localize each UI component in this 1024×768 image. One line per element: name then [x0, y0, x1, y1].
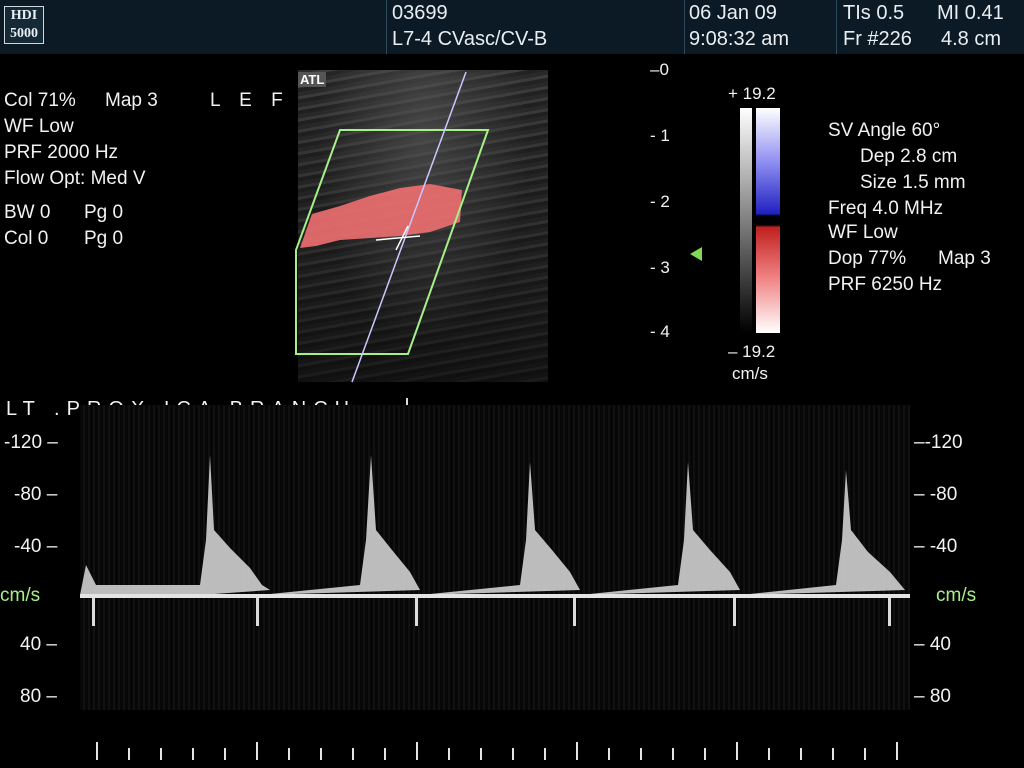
waveform-cycle-3	[420, 462, 580, 595]
waveform-cycle-5	[740, 470, 905, 595]
right-scale-neg40: – -40	[914, 536, 958, 557]
left-scale-40: 40 –	[20, 634, 57, 655]
right-scale-40: – 40	[914, 634, 951, 655]
right-scale-neg120: –-120	[914, 432, 963, 453]
waveform-cycle-1	[80, 455, 270, 595]
right-scale-unit: cm/s	[936, 585, 977, 606]
right-scale-80: – 80	[914, 686, 951, 707]
waveform-cycle-2	[260, 455, 420, 595]
left-scale-neg80: -80 –	[14, 484, 58, 505]
left-scale-unit: cm/s	[0, 585, 41, 606]
left-scale-neg120: -120 –	[4, 432, 58, 453]
left-scale-neg40: -40 –	[14, 536, 58, 557]
waveform-cycle-4	[580, 462, 740, 595]
spectral-baseline	[80, 594, 910, 598]
left-scale-80: 80 –	[20, 686, 57, 707]
spectral-waveform	[80, 455, 905, 626]
right-scale-neg80: – -80	[914, 484, 958, 505]
